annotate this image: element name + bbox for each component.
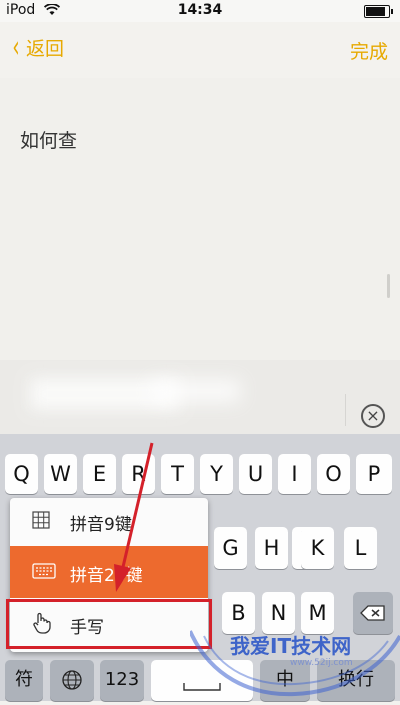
annotation-arrow [114, 442, 154, 592]
